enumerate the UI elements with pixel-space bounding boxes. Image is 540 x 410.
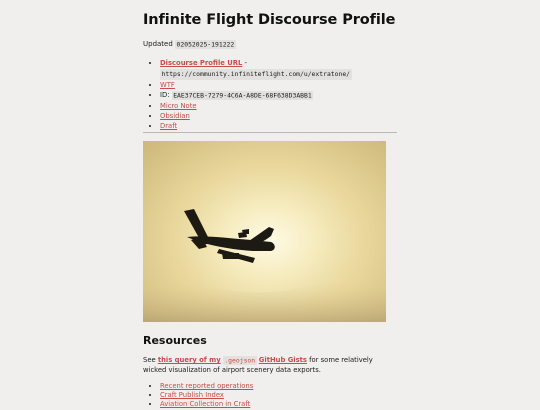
updated-value: 02052025-191222 bbox=[175, 39, 236, 49]
profile-url: https://community.infiniteflight.com/u/e… bbox=[160, 68, 352, 81]
metadata-list: Discourse Profile URL - https://communit… bbox=[150, 58, 352, 132]
updated-line: Updated 02052025-191222 bbox=[143, 39, 236, 49]
aviation-collection-link[interactable]: Aviation Collection in Craft bbox=[160, 400, 250, 408]
resources-list: Recent reported operations Craft Publish… bbox=[150, 382, 253, 410]
craft-publish-index-link[interactable]: Craft Publish Index bbox=[160, 391, 224, 399]
wtf-link[interactable]: WTF bbox=[160, 81, 175, 89]
list-item: ID: EAE37CEB-7279-4C6A-A8DE-68F638D3ABB1 bbox=[160, 90, 352, 100]
list-item: Craft Publish Index bbox=[160, 391, 253, 400]
list-item: Micro Note bbox=[160, 101, 352, 111]
recent-operations-link[interactable]: Recent reported operations bbox=[160, 382, 253, 390]
updated-label: Updated bbox=[143, 40, 173, 48]
list-item: WTF bbox=[160, 80, 352, 90]
geojson-code: .geojson bbox=[222, 355, 257, 365]
list-item: Draft bbox=[160, 121, 352, 131]
profile-separator: - bbox=[242, 59, 247, 67]
micro-note-link[interactable]: Micro Note bbox=[160, 102, 197, 110]
airplane-illustration bbox=[143, 209, 386, 322]
haze-hills bbox=[143, 282, 386, 322]
draft-link[interactable]: Draft bbox=[160, 122, 177, 130]
list-item: Obsidian bbox=[160, 111, 352, 121]
discourse-profile-link[interactable]: Discourse Profile URL bbox=[160, 59, 242, 67]
resources-paragraph: See this query of my .geojson GitHub Gis… bbox=[143, 355, 393, 375]
divider bbox=[143, 132, 397, 133]
airplane-photo bbox=[143, 141, 386, 322]
id-label: ID: bbox=[160, 91, 170, 100]
airplane-silhouette bbox=[184, 209, 275, 263]
para-text: See bbox=[143, 356, 158, 364]
list-item: Aviation Collection in Craft bbox=[160, 400, 253, 409]
obsidian-link[interactable]: Obsidian bbox=[160, 112, 190, 120]
page-title: Infinite Flight Discourse Profile bbox=[143, 12, 396, 28]
github-gists-link[interactable]: GitHub Gists bbox=[259, 356, 307, 364]
list-item: Discourse Profile URL - https://communit… bbox=[160, 58, 352, 81]
resources-heading: Resources bbox=[143, 334, 207, 347]
id-value: EAE37CEB-7279-4C6A-A8DE-68F638D3ABB1 bbox=[171, 90, 314, 100]
query-link[interactable]: this query of my bbox=[158, 356, 221, 364]
list-item: Recent reported operations bbox=[160, 382, 253, 391]
